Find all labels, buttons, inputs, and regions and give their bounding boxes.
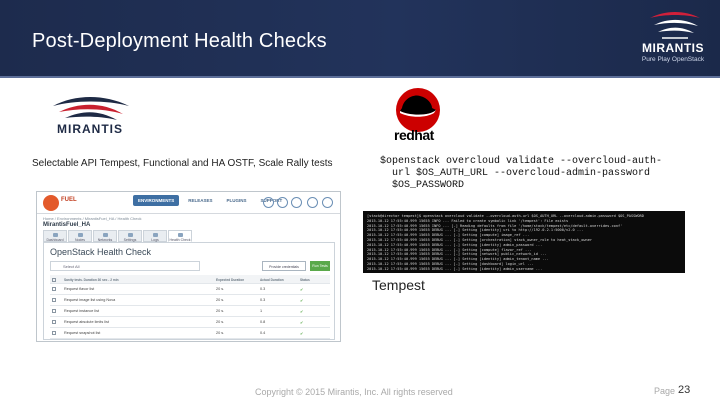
- fuel-nav-plugins[interactable]: PLUGINS: [222, 195, 252, 206]
- mirantis-wordmark: MIRANTIS: [57, 122, 123, 136]
- col-expected: Expected Duration: [216, 278, 245, 282]
- fuel-breadcrumb: Home / Environments / MirantisFuel_HA / …: [43, 216, 142, 221]
- provide-credentials-button[interactable]: Provide credentials: [262, 261, 306, 271]
- fuel-notifications-icon[interactable]: [277, 197, 288, 208]
- page-label: Page: [654, 386, 676, 396]
- table-row[interactable]: Request snapshot list 20 s. 0.4 ✔: [50, 328, 330, 339]
- expected-duration: 20 s.: [216, 298, 225, 302]
- fuel-tab-settings[interactable]: Settings: [118, 230, 142, 242]
- test-name: Request image list using Nova: [64, 298, 116, 302]
- header-divider: [0, 76, 720, 78]
- fuel-tabs: Dashboard Nodes Networks Settings Logs H…: [43, 230, 192, 242]
- fuel-settings-icon[interactable]: [307, 197, 318, 208]
- actual-duration: 0.3: [260, 287, 266, 291]
- fuel-env-name: MirantisFuel_HA: [43, 222, 91, 228]
- actual-duration: 0.8: [260, 320, 266, 324]
- row-checkbox[interactable]: [52, 320, 56, 324]
- test-name: Request flavor list: [64, 287, 95, 291]
- overcloud-validate-command: $openstack overcloud validate --overclou…: [380, 156, 680, 192]
- row-checkbox[interactable]: [52, 298, 56, 302]
- fuel-nav-environments[interactable]: ENVIRONMENTS: [133, 195, 180, 206]
- brand-tagline: Pure Play OpenStack: [641, 56, 705, 63]
- fuel-logo-text: FUEL: [61, 197, 77, 203]
- brand-name: MIRANTIS: [642, 41, 704, 55]
- tempest-terminal-output: [stack@director tempest]$ openstack over…: [363, 211, 685, 273]
- status-check-icon: ✔: [300, 321, 304, 325]
- group-checkbox[interactable]: [52, 278, 56, 282]
- command-line: url $OS_AUTH_URL --overcloud-admin-passw…: [380, 168, 651, 179]
- test-name: Request snapshot list: [64, 331, 101, 335]
- fuel-health-panel: OpenStack Health Check Select All Provid…: [43, 242, 335, 340]
- tempest-caption: Tempest: [372, 277, 425, 293]
- slide-title: Post-Deployment Health Checks: [32, 30, 327, 52]
- fuel-health-check-screenshot: FUEL ENVIRONMENTS RELEASES PLUGINS SUPPO…: [36, 191, 341, 342]
- actual-duration: 1: [260, 309, 263, 313]
- status-check-icon: ✔: [300, 288, 304, 292]
- col-actual: Actual Duration: [260, 278, 284, 282]
- expected-duration: 20 s.: [216, 331, 225, 335]
- redhat-wordmark: redhat: [394, 127, 434, 143]
- fuel-panel-title: OpenStack Health Check: [50, 247, 152, 257]
- fuel-tab-dashboard[interactable]: Dashboard: [43, 230, 67, 242]
- run-tests-button[interactable]: Run Tests: [310, 261, 330, 271]
- test-name: Request absolute limits list: [64, 320, 109, 324]
- col-status: Status: [300, 278, 310, 282]
- fuel-topbar: FUEL ENVIRONMENTS RELEASES PLUGINS SUPPO…: [37, 192, 340, 214]
- table-row[interactable]: Request image list using Nova 20 s. 0.3 …: [50, 295, 330, 306]
- row-checkbox[interactable]: [52, 331, 56, 335]
- table-row[interactable]: Request flavor list 20 s. 0.3 ✔: [50, 284, 330, 295]
- command-line: $openstack overcloud validate --overclou…: [380, 156, 663, 167]
- table-header-row: Sanity tests. Duration 30 sec - 2 min Ex…: [50, 275, 330, 284]
- table-row[interactable]: Request absolute limits list 20 s. 0.8 ✔: [50, 317, 330, 328]
- table-row[interactable]: Request instance list 20 s. 1 ✔: [50, 306, 330, 317]
- expected-duration: 20 s.: [216, 309, 225, 313]
- fuel-tests-table: Sanity tests. Duration 30 sec - 2 min Ex…: [50, 275, 330, 339]
- actual-duration: 0.3: [260, 298, 266, 302]
- fuel-tab-nodes[interactable]: Nodes: [68, 230, 92, 242]
- fuel-user-icon[interactable]: [291, 197, 302, 208]
- fuel-language-icon[interactable]: [322, 197, 333, 208]
- fuel-tab-networks[interactable]: Networks: [93, 230, 117, 242]
- fuel-tab-logs[interactable]: Logs: [143, 230, 167, 242]
- status-check-icon: ✔: [300, 310, 304, 314]
- expected-duration: 20 s.: [216, 287, 225, 291]
- fuel-logo-icon: [43, 195, 59, 211]
- row-checkbox[interactable]: [52, 309, 56, 313]
- fuel-select-all[interactable]: Select All: [50, 261, 200, 271]
- col-test-name: Sanity tests. Duration 30 sec - 2 min: [64, 278, 119, 282]
- status-check-icon: ✔: [300, 332, 304, 336]
- status-check-icon: ✔: [300, 299, 304, 303]
- actual-duration: 0.4: [260, 331, 266, 335]
- command-line: $OS_PASSWORD: [380, 180, 465, 191]
- terminal-line: 2015-10-12 17:55:40.999 15655 DEBUG ... …: [367, 266, 543, 271]
- fuel-status-icon[interactable]: [263, 197, 274, 208]
- fuel-tab-health-check[interactable]: Health Check: [168, 230, 192, 242]
- left-caption: Selectable API Tempest, Functional and H…: [32, 158, 333, 169]
- fuel-nav-releases[interactable]: RELEASES: [183, 195, 217, 206]
- copyright-footer: Copyright © 2015 Mirantis, Inc. All righ…: [255, 387, 453, 397]
- row-checkbox[interactable]: [52, 287, 56, 291]
- test-name: Request instance list: [64, 309, 100, 313]
- page-number: 23: [678, 384, 691, 396]
- expected-duration: 20 s.: [216, 320, 225, 324]
